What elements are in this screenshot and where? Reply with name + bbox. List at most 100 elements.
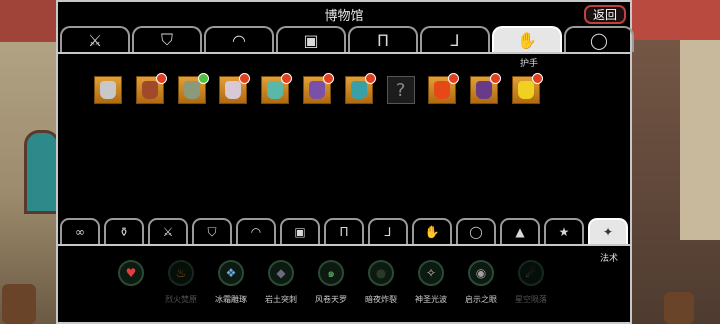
gauntlet-item[interactable]: [344, 73, 376, 104]
spell-slot[interactable]: ✧: [418, 260, 444, 286]
pants-icon: Π: [376, 30, 390, 50]
gauntlet-item[interactable]: [512, 73, 543, 104]
new-badge: [532, 73, 543, 84]
shield-icon: ⛉: [160, 30, 173, 49]
gauntlet-icon: [434, 81, 451, 99]
armor-icon: ▣: [294, 225, 306, 239]
category-tab-sword[interactable]: ⚔: [148, 218, 188, 244]
category-tab-infinity[interactable]: ∞: [60, 218, 100, 244]
infinity-icon: ∞: [75, 225, 85, 239]
category-tab-wand[interactable]: ✦: [588, 218, 628, 244]
gauntlet-item[interactable]: [303, 73, 334, 104]
gauntlet-item[interactable]: [177, 73, 209, 104]
sword-icon: ⚔: [162, 225, 174, 239]
new-badge: [323, 73, 334, 84]
new-badge: [281, 73, 293, 84]
category-tabs: ∞ ⚱ ⚔ ⛉ ◠ ▣ Π ⅃ ✋ ◯ ▲ ★ ✦: [58, 218, 630, 246]
spell-slot[interactable]: ◉: [468, 260, 494, 286]
gauntlet-item[interactable]: [470, 73, 502, 104]
new-badge: [448, 73, 460, 84]
category-tab-shield[interactable]: ⛉: [192, 218, 232, 244]
ring-icon: ◯: [469, 225, 483, 239]
back-button[interactable]: 返回: [584, 5, 626, 24]
spell-slot[interactable]: ☄: [518, 260, 544, 286]
fire-icon: ♨: [175, 266, 187, 280]
category-tab-pants[interactable]: Π: [324, 218, 364, 244]
spell-slot[interactable]: ●: [368, 260, 394, 286]
gauntlet-item[interactable]: [219, 73, 251, 104]
category-tab-helmet[interactable]: ◠: [236, 218, 276, 244]
holy-icon: ✧: [425, 266, 437, 280]
equipment-tab-gauntlet[interactable]: ✋: [492, 26, 562, 52]
equipment-tab-armor[interactable]: ▣: [276, 26, 346, 52]
new-badge: [155, 73, 167, 84]
category-tab-star[interactable]: ★: [544, 218, 584, 244]
heart-icon: ♥: [125, 266, 137, 280]
shield-icon: ⛉: [207, 224, 217, 239]
equipment-tab-shield[interactable]: ⛉: [132, 26, 202, 52]
helmet-icon: ◠: [250, 225, 262, 239]
boots-icon: ⅃: [384, 225, 392, 239]
new-badge: [364, 73, 376, 84]
gauntlet-icon: [141, 81, 158, 99]
gauntlet-icon: [309, 81, 325, 99]
gauntlet-icon: ✋: [517, 30, 537, 50]
spell-slot[interactable]: ♥: [118, 260, 144, 286]
category-tab-armor[interactable]: ▣: [280, 218, 320, 244]
spell-label: 暗夜炸裂: [365, 295, 397, 304]
boots-icon: ⅃: [450, 30, 460, 50]
wind-icon: ๑: [327, 265, 335, 280]
category-tab-pile[interactable]: ▲: [500, 218, 540, 244]
background-left: [0, 0, 60, 324]
new-badge: [197, 73, 209, 84]
spell-label: 风卷天罗: [315, 295, 347, 304]
equipment-tab-helmet[interactable]: ◠: [204, 26, 274, 52]
gauntlet-item[interactable]: [428, 73, 460, 104]
gauntlet-icon: [518, 81, 534, 99]
background-roof: [630, 0, 720, 40]
category-tab-gauntlet[interactable]: ✋: [412, 218, 452, 244]
potion-icon: ⚱: [118, 225, 130, 239]
gauntlet-item[interactable]: [261, 73, 293, 104]
pile-icon: ▲: [515, 225, 525, 239]
equipment-tabs: ⚔ ⛉ ◠ ▣ Π ⅃ ✋ ◯: [58, 26, 634, 54]
equipment-tab-ring[interactable]: ◯: [564, 26, 634, 52]
gauntlet-icon: [476, 81, 493, 99]
equipment-tab-boots[interactable]: ⅃: [420, 26, 490, 52]
panel-title: 博物馆: [324, 8, 364, 24]
equipment-tab-pants[interactable]: Π: [348, 26, 418, 52]
background-barrel: [2, 284, 36, 324]
category-tab-boots[interactable]: ⅃: [368, 218, 408, 244]
gauntlet-item[interactable]: [135, 73, 167, 104]
spell-slot[interactable]: ❖: [218, 260, 244, 286]
dark-icon: ●: [375, 266, 387, 280]
gauntlet-icon: [225, 81, 242, 99]
new-badge: [239, 73, 251, 84]
meteor-icon: ☄: [525, 266, 537, 280]
category-tab-ring[interactable]: ◯: [456, 218, 496, 244]
background-wall: [680, 40, 720, 240]
spell-label: 星空陨落: [515, 295, 547, 304]
background-barrel: [664, 292, 694, 324]
eye-icon: ◉: [475, 266, 487, 280]
active-tab-label: 护手: [519, 59, 538, 69]
background-window: [24, 130, 60, 214]
ring-icon: ◯: [590, 30, 608, 50]
background-right: [630, 0, 720, 324]
spell-slot[interactable]: ๑: [318, 260, 344, 286]
gauntlet-icon: [100, 81, 116, 99]
armor-icon: ▣: [303, 30, 319, 50]
spell-slot[interactable]: ◆: [268, 260, 294, 286]
rock-icon: ◆: [276, 266, 286, 280]
helmet-icon: ◠: [232, 30, 246, 50]
spell-slot[interactable]: ♨: [168, 260, 194, 286]
gauntlet-item[interactable]: [94, 76, 122, 104]
equipment-tab-sword[interactable]: ⚔: [60, 26, 130, 52]
category-tab-potion[interactable]: ⚱: [104, 218, 144, 244]
gauntlet-icon: [350, 81, 367, 99]
title-bar: 博物馆: [58, 2, 630, 26]
gauntlet-icon: [183, 81, 200, 99]
star-icon: ★: [558, 225, 570, 239]
unknown-text: ?: [395, 79, 406, 101]
unknown-item-slot[interactable]: ?: [386, 76, 415, 104]
